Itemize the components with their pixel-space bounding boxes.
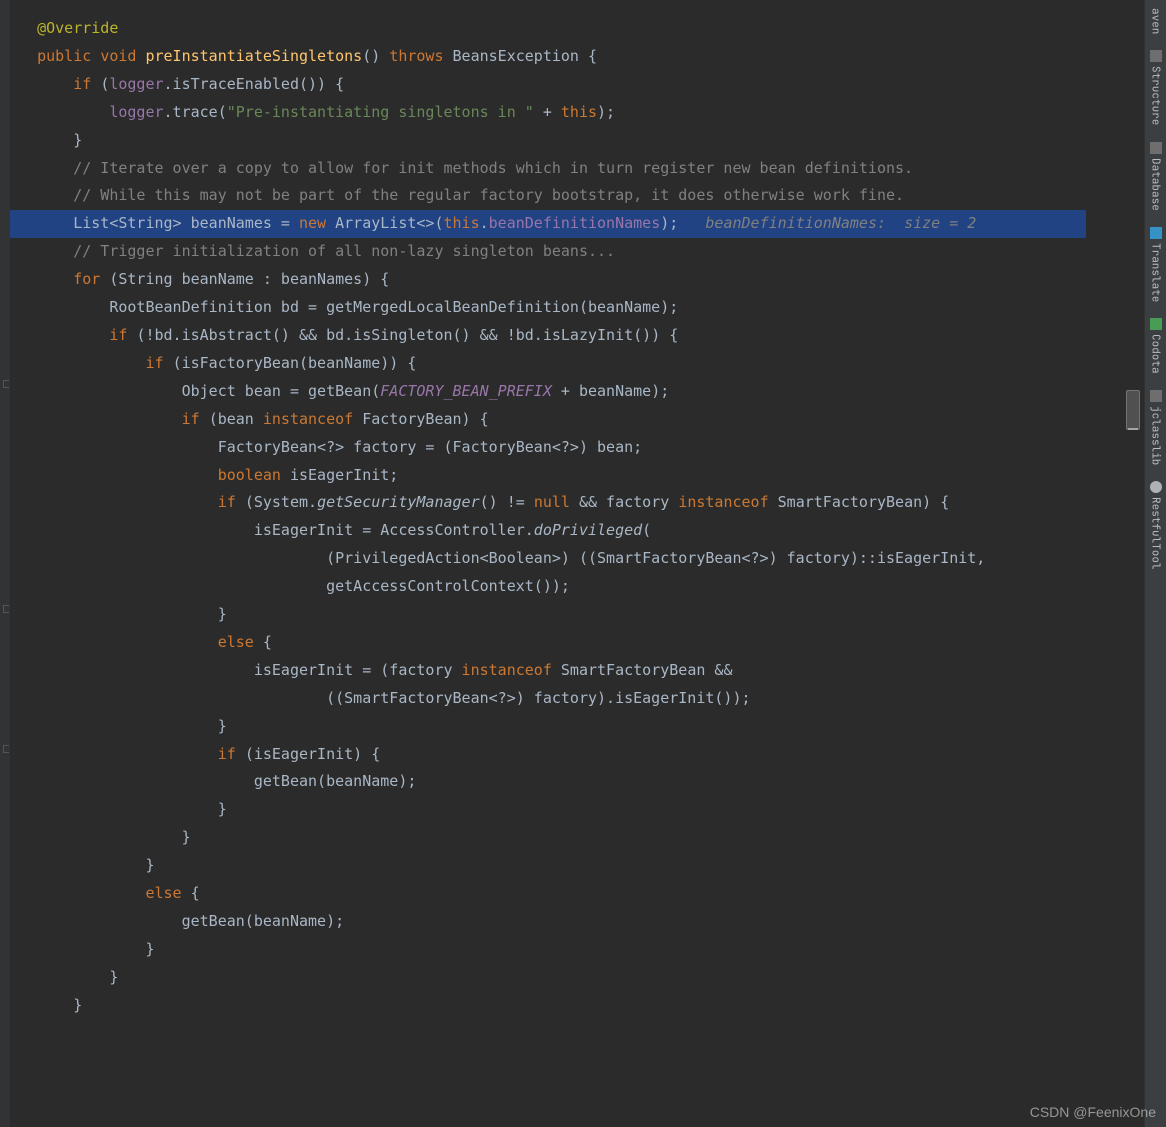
- code-line[interactable]: getBean(beanName);: [0, 908, 1086, 936]
- code-line[interactable]: if (bean instanceof FactoryBean) {: [0, 406, 1086, 434]
- inline-debug-hint: beanDefinitionNames: size = 2: [705, 214, 976, 232]
- code-line[interactable]: FactoryBean<?> factory = (FactoryBean<?>…: [0, 434, 1086, 462]
- code-line[interactable]: getAccessControlContext());: [0, 573, 1086, 601]
- error-stripe[interactable]: [1086, 0, 1144, 1127]
- tool-maven-button[interactable]: aven: [1149, 0, 1163, 42]
- code-line[interactable]: else {: [0, 880, 1086, 908]
- translate-icon: [1150, 227, 1162, 239]
- code-line[interactable]: if (isEagerInit) {: [0, 741, 1086, 769]
- code-line[interactable]: isEagerInit = AccessController.doPrivile…: [0, 517, 1086, 545]
- editor-gutter: [0, 0, 10, 1127]
- tool-label: Structure: [1149, 66, 1163, 125]
- code-line-highlighted[interactable]: List<String> beanNames = new ArrayList<>…: [0, 210, 1086, 238]
- tool-restful-button[interactable]: RestfulTool: [1149, 473, 1163, 578]
- code-line[interactable]: }: [0, 601, 1086, 629]
- tool-label: RestfulTool: [1149, 497, 1163, 570]
- fold-mark-icon[interactable]: [3, 745, 9, 753]
- tool-label: aven: [1149, 8, 1163, 34]
- tool-jclasslib-button[interactable]: jclasslib: [1149, 382, 1163, 473]
- database-icon: [1150, 142, 1162, 154]
- code-line[interactable]: }: [0, 796, 1086, 824]
- code-line[interactable]: if (logger.isTraceEnabled()) {: [0, 71, 1086, 99]
- fold-mark-icon[interactable]: [3, 605, 9, 613]
- fold-mark-icon[interactable]: [3, 380, 9, 388]
- code-line[interactable]: for (String beanName : beanNames) {: [0, 266, 1086, 294]
- scrollbar-thumb[interactable]: [1126, 390, 1140, 430]
- globe-icon: [1150, 481, 1162, 493]
- code-line[interactable]: (PrivilegedAction<Boolean>) ((SmartFacto…: [0, 545, 1086, 573]
- code-line[interactable]: ((SmartFactoryBean<?>) factory).isEagerI…: [0, 685, 1086, 713]
- tool-label: Database: [1149, 158, 1163, 211]
- code-line[interactable]: else {: [0, 629, 1086, 657]
- code-line[interactable]: }: [0, 824, 1086, 852]
- code-line[interactable]: @Override: [0, 15, 1086, 43]
- code-line[interactable]: Object bean = getBean(FACTORY_BEAN_PREFI…: [0, 378, 1086, 406]
- code-line[interactable]: logger.trace("Pre-instantiating singleto…: [0, 99, 1086, 127]
- code-line[interactable]: if (System.getSecurityManager() != null …: [0, 489, 1086, 517]
- jclasslib-icon: [1150, 390, 1162, 402]
- code-line[interactable]: }: [0, 936, 1086, 964]
- code-line[interactable]: // While this may not be part of the reg…: [0, 182, 1086, 210]
- tool-label: Codota: [1149, 334, 1163, 374]
- annotation: @Override: [37, 19, 118, 37]
- code-line[interactable]: RootBeanDefinition bd = getMergedLocalBe…: [0, 294, 1086, 322]
- code-line[interactable]: }: [0, 127, 1086, 155]
- tool-database-button[interactable]: Database: [1149, 134, 1163, 219]
- code-line[interactable]: // Iterate over a copy to allow for init…: [0, 155, 1086, 183]
- scrollbar-handle[interactable]: [1128, 428, 1138, 430]
- watermark-text: CSDN @FeenixOne: [1030, 1104, 1156, 1120]
- tool-label: Translate: [1149, 243, 1163, 302]
- code-line[interactable]: // Trigger initialization of all non-laz…: [0, 238, 1086, 266]
- code-line[interactable]: boolean isEagerInit;: [0, 462, 1086, 490]
- structure-icon: [1150, 50, 1162, 62]
- right-tool-bar: aven Structure Database Translate Codota…: [1144, 0, 1166, 1127]
- tool-codota-button[interactable]: Codota: [1149, 310, 1163, 382]
- code-line[interactable]: public void preInstantiateSingletons() t…: [0, 43, 1086, 71]
- code-line[interactable]: if (isFactoryBean(beanName)) {: [0, 350, 1086, 378]
- code-line[interactable]: }: [0, 713, 1086, 741]
- tool-structure-button[interactable]: Structure: [1149, 42, 1163, 133]
- codota-icon: [1150, 318, 1162, 330]
- code-editor[interactable]: @Override public void preInstantiateSing…: [0, 0, 1086, 1127]
- code-line[interactable]: }: [0, 992, 1086, 1020]
- tool-translate-button[interactable]: Translate: [1149, 219, 1163, 310]
- code-line[interactable]: if (!bd.isAbstract() && bd.isSingleton()…: [0, 322, 1086, 350]
- code-line[interactable]: isEagerInit = (factory instanceof SmartF…: [0, 657, 1086, 685]
- code-line[interactable]: getBean(beanName);: [0, 768, 1086, 796]
- code-line[interactable]: }: [0, 964, 1086, 992]
- tool-label: jclasslib: [1149, 406, 1163, 465]
- code-line[interactable]: }: [0, 852, 1086, 880]
